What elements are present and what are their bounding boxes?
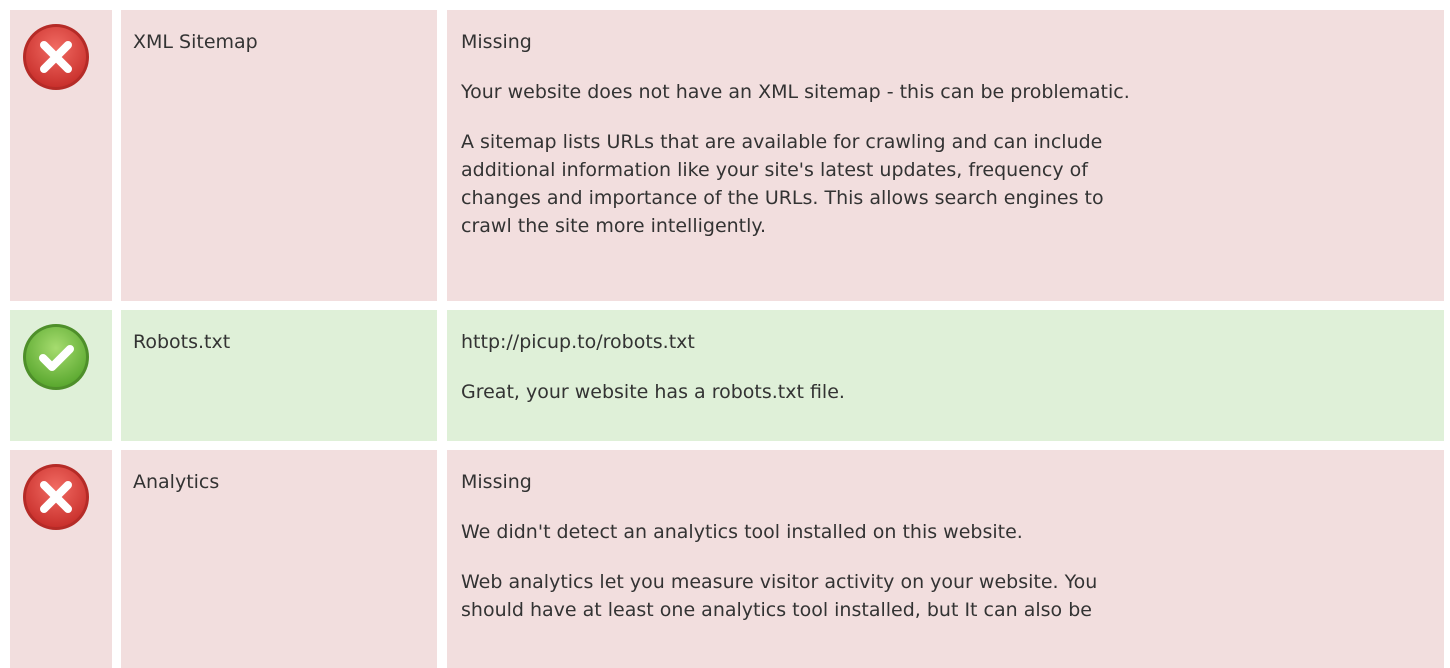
check-name-cell: Analytics [121,450,437,668]
check-description-line: should have at least one analytics tool … [461,599,1092,621]
check-name: XML Sitemap [133,31,258,53]
robots-url-link[interactable]: http://picup.to/robots.txt [461,328,1434,356]
check-name-cell: Robots.txt [121,310,437,441]
check-name: Analytics [133,471,220,493]
check-icon [23,324,89,390]
check-description-line: Web analytics let you measure visitor ac… [461,571,1098,593]
check-message: Your website does not have an XML sitema… [461,81,1130,103]
check-name: Robots.txt [133,331,231,353]
check-value-cell: Missing We didn't detect an analytics to… [447,450,1444,668]
check-value-cell: http://picup.to/robots.txt Great, your w… [447,310,1444,441]
check-description-line: A sitemap lists URLs that are available … [461,131,1103,153]
check-row-robots-txt: Robots.txt http://picup.to/robots.txt Gr… [0,310,1450,441]
status-cell [10,10,112,301]
status-cell [10,310,112,441]
check-value: Missing [461,471,532,493]
check-message: Great, your website has a robots.txt fil… [461,381,845,403]
check-row-analytics: Analytics Missing We didn't detect an an… [0,450,1450,668]
status-cell [10,450,112,668]
check-row-xml-sitemap: XML Sitemap Missing Your website does no… [0,10,1450,301]
check-description-line: crawl the site more intelligently. [461,215,766,237]
error-x-icon [23,24,89,90]
check-value: Missing [461,31,532,53]
check-message: We didn't detect an analytics tool insta… [461,521,1023,543]
error-x-icon [23,464,89,530]
check-description-line: changes and importance of the URLs. This… [461,187,1104,209]
check-value-cell: Missing Your website does not have an XM… [447,10,1444,301]
check-name-cell: XML Sitemap [121,10,437,301]
check-description-line: additional information like your site's … [461,159,1088,181]
